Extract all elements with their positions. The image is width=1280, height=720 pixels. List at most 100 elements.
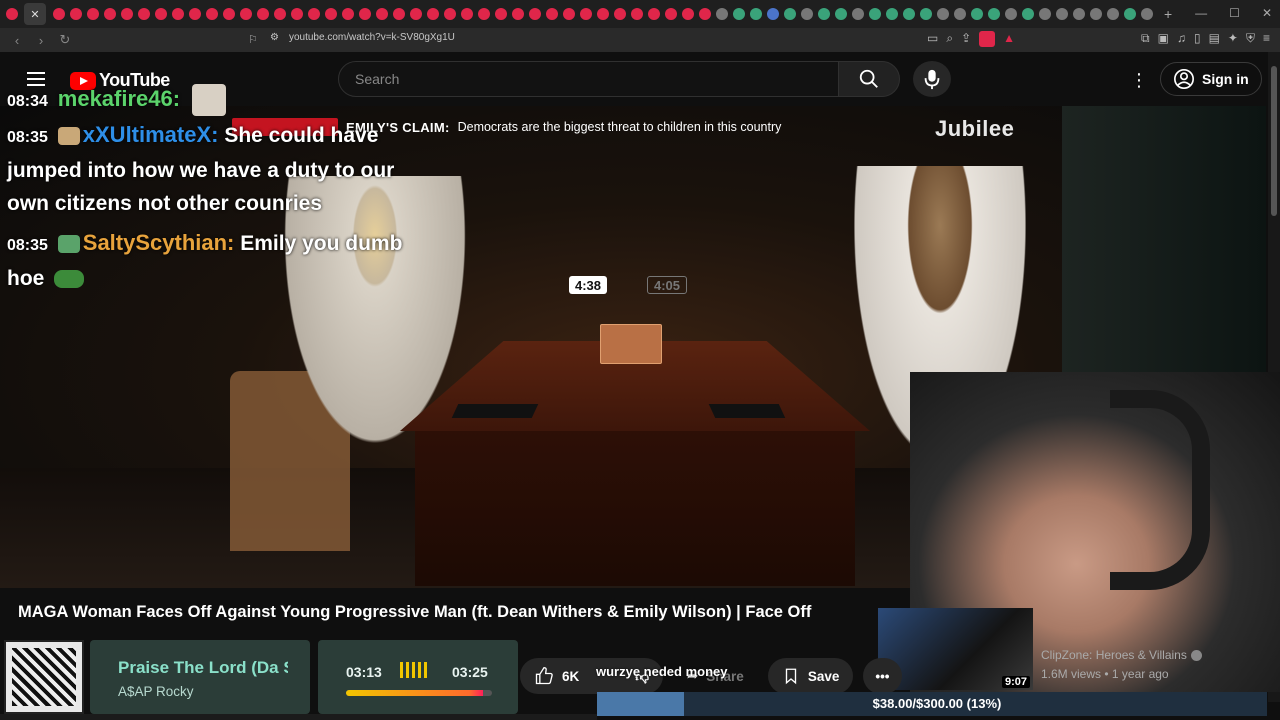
browser-tab[interactable]: [1106, 8, 1119, 20]
browser-tab[interactable]: [460, 8, 473, 20]
browser-tab[interactable]: [290, 8, 303, 20]
browser-tab[interactable]: [205, 8, 218, 20]
browser-tab[interactable]: [902, 8, 915, 20]
browser-tab[interactable]: [426, 8, 439, 20]
active-tab-close-icon[interactable]: ✕: [24, 3, 46, 25]
browser-tab[interactable]: [1089, 8, 1102, 20]
recommended-channel[interactable]: ClipZone: Heroes & Villains: [1041, 648, 1202, 662]
browser-tab[interactable]: [664, 8, 677, 20]
browser-tab[interactable]: [273, 8, 286, 20]
browser-tab[interactable]: [715, 8, 728, 20]
leo-icon[interactable]: ✦: [1228, 31, 1238, 47]
new-tab-button[interactable]: +: [1164, 6, 1172, 22]
browser-tab[interactable]: [613, 8, 626, 20]
browser-tab[interactable]: [120, 8, 133, 20]
browser-tab[interactable]: [1004, 8, 1017, 20]
back-icon[interactable]: ‹: [10, 33, 24, 48]
browser-tab[interactable]: [783, 8, 796, 20]
close-window-icon[interactable]: ✕: [1262, 6, 1272, 20]
browser-tab[interactable]: [188, 8, 201, 20]
browser-tab[interactable]: [800, 8, 813, 20]
browser-tab[interactable]: [409, 8, 422, 20]
browser-tab[interactable]: [885, 8, 898, 20]
browser-tab[interactable]: [341, 8, 354, 20]
browser-tab[interactable]: [1038, 8, 1051, 20]
search-button[interactable]: [838, 61, 900, 97]
rewards-icon[interactable]: ▲: [1003, 31, 1015, 47]
browser-tab[interactable]: [936, 8, 949, 20]
browser-tab[interactable]: [1072, 8, 1085, 20]
browser-tab[interactable]: [5, 8, 18, 20]
reload-icon[interactable]: ↻: [58, 32, 72, 48]
browser-tab[interactable]: [834, 8, 847, 20]
browser-tab[interactable]: [511, 8, 524, 20]
browser-tab[interactable]: [630, 8, 643, 20]
minimize-icon[interactable]: —: [1195, 6, 1207, 20]
browser-tab[interactable]: [749, 8, 762, 20]
browser-tab[interactable]: [477, 8, 490, 20]
forward-icon[interactable]: ›: [34, 33, 48, 48]
browser-tab[interactable]: [1055, 8, 1068, 20]
browser-tab[interactable]: [103, 8, 116, 20]
share-page-icon[interactable]: ⇪: [961, 31, 971, 47]
browser-tab[interactable]: [681, 8, 694, 20]
screenshot-icon[interactable]: ▣: [1158, 31, 1169, 47]
browser-tab[interactable]: [766, 8, 779, 20]
more-actions-button[interactable]: •••: [863, 658, 902, 694]
maximize-icon[interactable]: ☐: [1229, 6, 1240, 20]
browser-tab[interactable]: [970, 8, 983, 20]
browser-tab[interactable]: [256, 8, 269, 20]
browser-tab[interactable]: [52, 8, 65, 20]
scrollbar-thumb[interactable]: [1271, 66, 1277, 216]
browser-tab[interactable]: [528, 8, 541, 20]
sign-in-button[interactable]: Sign in: [1160, 62, 1262, 96]
browser-tab[interactable]: [171, 8, 184, 20]
browser-tab[interactable]: [137, 8, 150, 20]
browser-tab[interactable]: [817, 8, 830, 20]
extensions-icon[interactable]: ⧉: [1141, 31, 1150, 47]
cast-icon[interactable]: ▭: [927, 31, 938, 47]
sidebar-icon[interactable]: ▯: [1194, 31, 1201, 47]
browser-tab[interactable]: [324, 8, 337, 20]
browser-tab[interactable]: [307, 8, 320, 20]
browser-tab[interactable]: [579, 8, 592, 20]
browser-tab[interactable]: [1140, 8, 1153, 20]
browser-tab[interactable]: [732, 8, 745, 20]
browser-tab[interactable]: [86, 8, 99, 20]
browser-tab[interactable]: [647, 8, 660, 20]
browser-tab[interactable]: [392, 8, 405, 20]
brave-shield-icon[interactable]: [979, 31, 996, 47]
voice-search-button[interactable]: [913, 61, 951, 97]
browser-tab[interactable]: [1123, 8, 1136, 20]
browser-tab[interactable]: [545, 8, 558, 20]
browser-tab[interactable]: [375, 8, 388, 20]
browser-tab[interactable]: [494, 8, 507, 20]
browser-tab[interactable]: [443, 8, 456, 20]
browser-tab[interactable]: [851, 8, 864, 20]
browser-tab[interactable]: [239, 8, 252, 20]
browser-tab[interactable]: [222, 8, 235, 20]
zoom-icon[interactable]: ⌕: [946, 31, 953, 47]
settings-kebab-icon[interactable]: ⋮: [1130, 70, 1148, 91]
wallet-icon[interactable]: ▤: [1209, 31, 1220, 47]
browser-tab[interactable]: [698, 8, 711, 20]
music-icon[interactable]: ♫: [1177, 31, 1186, 47]
menu-icon[interactable]: ≡: [1263, 31, 1270, 47]
browser-tab[interactable]: [154, 8, 167, 20]
browser-tab[interactable]: [69, 8, 82, 20]
site-info-icon[interactable]: ⚙: [270, 32, 279, 43]
browser-tab[interactable]: [358, 8, 371, 20]
url-field[interactable]: ⚙ youtube.com/watch?v=k-SV80gXg1U: [270, 32, 455, 43]
browser-tab[interactable]: [919, 8, 932, 20]
browser-tab[interactable]: [1021, 8, 1034, 20]
save-button[interactable]: Save: [767, 658, 854, 694]
chess-clock: [600, 324, 662, 364]
browser-tab[interactable]: [953, 8, 966, 20]
browser-tab[interactable]: [987, 8, 1000, 20]
equalizer-icon: [400, 662, 427, 678]
browser-tab[interactable]: [562, 8, 575, 20]
bookmark-icon[interactable]: ⚐: [248, 33, 258, 46]
browser-tab[interactable]: [596, 8, 609, 20]
vpn-icon[interactable]: ⛨: [1246, 31, 1255, 47]
browser-tab[interactable]: [868, 8, 881, 20]
